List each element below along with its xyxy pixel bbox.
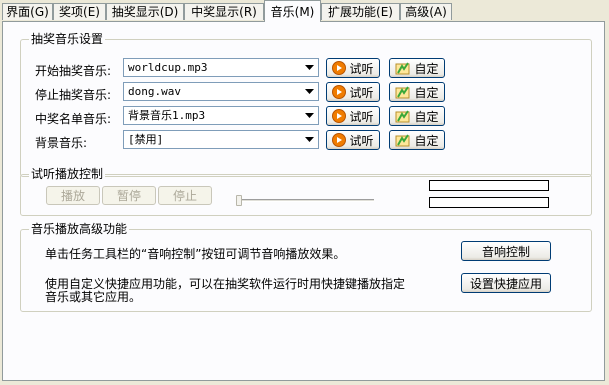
shortcut-hint-line1: 使用自定义快捷应用功能，可以在抽奖软件运行时用快捷键播放指定 bbox=[45, 277, 406, 291]
custom-label: 自定 bbox=[414, 109, 439, 124]
winner-list-music-custom-button[interactable]: 自定 bbox=[389, 106, 445, 126]
sound-control-label: 音响控制 bbox=[481, 244, 530, 259]
play-circle-icon bbox=[332, 61, 347, 75]
chevron-down-icon bbox=[301, 83, 318, 100]
tab-interface[interactable]: 界面(G) bbox=[2, 3, 53, 20]
tab-advanced[interactable]: 高级(A) bbox=[400, 3, 452, 20]
folder-music-icon bbox=[395, 61, 411, 75]
chevron-down-icon bbox=[301, 59, 318, 76]
tab-extensions[interactable]: 扩展功能(E) bbox=[321, 3, 400, 20]
stop-music-label: 停止抽奖音乐: bbox=[35, 88, 112, 102]
folder-music-icon bbox=[395, 85, 411, 99]
background-music-value: [禁用] bbox=[128, 133, 164, 146]
tab-music[interactable]: 音乐(M) bbox=[264, 0, 321, 22]
winner-list-music-preview-button[interactable]: 试听 bbox=[326, 106, 380, 126]
volume-slider-thumb[interactable] bbox=[236, 195, 242, 206]
tab-winner-display[interactable]: 中奖显示(R) bbox=[184, 3, 264, 20]
playback-progress-box bbox=[429, 180, 549, 191]
stop-music-select[interactable]: dong.wav bbox=[123, 82, 319, 101]
set-shortcut-button[interactable]: 设置快捷应用 bbox=[461, 273, 551, 293]
tab-prizes[interactable]: 奖项(E) bbox=[53, 3, 106, 20]
start-music-select[interactable]: worldcup.mp3 bbox=[123, 58, 319, 77]
stop-music-preview-button[interactable]: 试听 bbox=[326, 82, 380, 102]
pause-label: 暂停 bbox=[116, 189, 141, 203]
preview-label: 试听 bbox=[349, 85, 374, 100]
preview-label: 试听 bbox=[349, 133, 374, 148]
folder-music-icon bbox=[395, 109, 411, 123]
playback-title: 试听播放控制 bbox=[29, 167, 106, 181]
preview-label: 试听 bbox=[349, 61, 374, 76]
winner-list-music-select[interactable]: 背景音乐1.mp3 bbox=[123, 106, 319, 125]
folder-music-icon bbox=[395, 133, 411, 147]
tab-draw-display[interactable]: 抽奖显示(D) bbox=[106, 3, 184, 20]
custom-label: 自定 bbox=[414, 85, 439, 100]
stop-button[interactable]: 停止 bbox=[158, 186, 212, 205]
background-music-custom-button[interactable]: 自定 bbox=[389, 130, 445, 150]
play-circle-icon bbox=[332, 85, 347, 99]
advanced-music-title: 音乐播放高级功能 bbox=[29, 222, 130, 236]
play-circle-icon bbox=[332, 133, 347, 147]
start-music-value: worldcup.mp3 bbox=[128, 61, 208, 74]
sound-control-hint: 单击任务工具栏的“音响控制”按钮可调节音响播放效果。 bbox=[45, 247, 346, 261]
background-music-preview-button[interactable]: 试听 bbox=[326, 130, 380, 150]
volume-slider-track[interactable] bbox=[236, 199, 374, 202]
stop-label: 停止 bbox=[172, 189, 197, 203]
winner-list-music-label: 中奖名单音乐: bbox=[35, 112, 112, 126]
chevron-down-icon bbox=[301, 107, 318, 124]
shortcut-hint-line2: 音乐或其它应用。 bbox=[45, 290, 142, 304]
background-music-label: 背景音乐: bbox=[35, 136, 88, 150]
preview-label: 试听 bbox=[349, 109, 374, 124]
background-music-select[interactable]: [禁用] bbox=[123, 130, 319, 149]
winner-list-music-value: 背景音乐1.mp3 bbox=[128, 109, 206, 122]
custom-label: 自定 bbox=[414, 61, 439, 76]
pause-button[interactable]: 暂停 bbox=[102, 186, 156, 205]
chevron-down-icon bbox=[301, 131, 318, 148]
custom-label: 自定 bbox=[414, 133, 439, 148]
set-shortcut-label: 设置快捷应用 bbox=[469, 276, 542, 291]
music-tab-panel: 抽奖音乐设置 开始抽奖音乐: worldcup.mp3 试听 自定 停止抽奖音乐… bbox=[2, 21, 605, 381]
stop-music-custom-button[interactable]: 自定 bbox=[389, 82, 445, 102]
sound-control-button[interactable]: 音响控制 bbox=[461, 241, 551, 261]
start-music-preview-button[interactable]: 试听 bbox=[326, 58, 380, 78]
play-circle-icon bbox=[332, 109, 347, 123]
start-music-label: 开始抽奖音乐: bbox=[35, 64, 112, 78]
stop-music-value: dong.wav bbox=[128, 85, 181, 98]
music-settings-title: 抽奖音乐设置 bbox=[29, 32, 106, 46]
play-button[interactable]: 播放 bbox=[46, 186, 100, 205]
tab-bar: 界面(G) 奖项(E) 抽奖显示(D) 中奖显示(R) 音乐(M) 扩展功能(E… bbox=[0, 0, 609, 22]
start-music-custom-button[interactable]: 自定 bbox=[389, 58, 445, 78]
playback-time-box bbox=[429, 197, 549, 208]
play-label: 播放 bbox=[60, 189, 85, 203]
